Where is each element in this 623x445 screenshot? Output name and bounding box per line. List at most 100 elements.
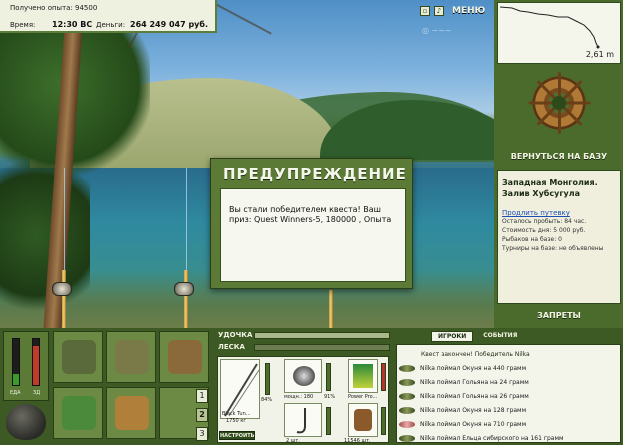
log-row: Nilka поймал Гольяна на 26 грамм bbox=[399, 389, 619, 403]
log-text: Nilka поймал Гольяна на 24 грамм bbox=[420, 378, 529, 386]
inventory-slot[interactable] bbox=[106, 387, 156, 439]
sound-icon[interactable]: ♪ bbox=[434, 6, 444, 16]
hook-bar bbox=[326, 407, 331, 435]
bait-icon bbox=[354, 409, 372, 431]
inventory-slot[interactable] bbox=[53, 331, 103, 383]
setup-button[interactable]: НАСТРОИТЬ bbox=[219, 431, 255, 440]
bans-button[interactable]: ЗАПРЕТЫ bbox=[500, 311, 618, 320]
equipment-panel: Black Tun... 1750 кг 84% мощн.: 180 91% … bbox=[217, 356, 389, 444]
reel-durability-bar bbox=[326, 363, 331, 391]
food-label: ЕДА bbox=[10, 390, 21, 396]
fish-keeper-icon bbox=[62, 396, 96, 430]
location-info: Западная Монголия. Залив Хубсугула Продл… bbox=[497, 170, 621, 304]
money-label: Деньги: bbox=[96, 21, 126, 29]
health-meter-fill bbox=[33, 345, 39, 385]
tab-players[interactable]: ИГРОКИ bbox=[431, 331, 474, 342]
fish-icon bbox=[399, 378, 415, 386]
rod-name: Black Tun... bbox=[222, 411, 251, 417]
reel-2-icon[interactable] bbox=[174, 282, 194, 296]
log-text: Nilka поймал Окуня на 710 грамм bbox=[420, 420, 527, 428]
inventory-slot[interactable] bbox=[53, 387, 103, 439]
backpack-icon bbox=[62, 340, 96, 374]
inventory-slot[interactable] bbox=[159, 331, 209, 383]
cooking-pot-icon[interactable] bbox=[6, 404, 46, 440]
ship-wheel-icon[interactable] bbox=[528, 72, 591, 134]
rod-1[interactable] bbox=[62, 270, 66, 328]
window-icon[interactable]: ▫ bbox=[420, 6, 430, 16]
log-text: Nilka поймал Ельца сибирского на 161 гра… bbox=[420, 434, 564, 442]
reel-1-icon[interactable] bbox=[52, 282, 72, 296]
event-log: Квест закончен! Победитель Nilka Nilka п… bbox=[396, 344, 621, 443]
hook-slot[interactable] bbox=[284, 403, 322, 437]
log-text: Nilka поймал Гольяна на 26 грамм bbox=[420, 392, 529, 400]
top-menu-bar: ▫ ♪ МЕНЮ bbox=[420, 4, 485, 18]
log-row: Nilka поймал Окуня на 710 грамм bbox=[399, 417, 619, 431]
bait-bar bbox=[381, 407, 386, 435]
fish-icon bbox=[399, 392, 415, 400]
stay-left-text: Осталось пробыть: 84 час. bbox=[502, 218, 587, 225]
food-meter-fill bbox=[13, 373, 19, 385]
experience-text: Получено опыта: 94500 bbox=[10, 4, 98, 12]
bait-slot[interactable] bbox=[348, 403, 378, 437]
bucket-icon bbox=[115, 396, 149, 430]
fishing-line bbox=[64, 168, 65, 278]
rod-2[interactable] bbox=[184, 270, 188, 328]
fish-icon bbox=[399, 420, 415, 428]
rod-selector[interactable] bbox=[254, 332, 390, 339]
fish-icon bbox=[399, 434, 415, 442]
fish-icon bbox=[399, 364, 415, 372]
menu-button[interactable]: МЕНЮ bbox=[452, 6, 485, 16]
log-row: Nilka поймал Гольяна на 24 грамм bbox=[399, 375, 619, 389]
right-panel: 2,61 m ВЕРНУТЬСЯ НА БАЗУ Западная Монгол… bbox=[494, 0, 623, 328]
line-slot[interactable] bbox=[348, 359, 378, 393]
bait-count: 11546 шт. bbox=[344, 438, 371, 444]
watermark-logo-icon: ◎ ~~~ bbox=[422, 26, 452, 35]
bag-icon bbox=[115, 340, 149, 374]
hook-icon bbox=[296, 408, 306, 434]
page-button-2[interactable]: 2 bbox=[196, 408, 208, 422]
line-label: ЛЕСКА bbox=[218, 343, 245, 351]
rod-label: УДОЧКА bbox=[218, 331, 253, 339]
log-tabs: ИГРОКИ СОБЫТИЯ bbox=[431, 331, 523, 342]
player-info-panel: Получено опыта: 94500 Время: 12:30 ВС Де… bbox=[0, 0, 217, 33]
time-label: Время: bbox=[10, 21, 36, 29]
extend-stay-link[interactable]: Продлить путевку bbox=[502, 209, 616, 217]
warning-dialog[interactable]: ПРЕДУПРЕЖДЕНИЕ Вы стали победителем квес… bbox=[210, 158, 413, 289]
line-selector[interactable] bbox=[254, 344, 390, 351]
log-row: Nilka поймал Окуня на 128 грамм bbox=[399, 403, 619, 417]
page-button-3[interactable]: 3 bbox=[196, 427, 208, 441]
day-cost-text: Стоимость дня: 5 000 руб. bbox=[502, 227, 586, 234]
depth-profile: 2,61 m bbox=[497, 2, 621, 64]
tournaments-text: Турниры на базе: не объявлены bbox=[502, 245, 604, 252]
hooks-count: 2 шт. bbox=[286, 438, 300, 444]
rod-slot[interactable] bbox=[220, 359, 260, 419]
return-to-base-button[interactable]: ВЕРНУТЬСЯ НА БАЗУ bbox=[500, 152, 618, 161]
fish-icon bbox=[399, 406, 415, 414]
status-meters: ЕДА ЗД bbox=[3, 331, 49, 401]
anglers-text: Рыбаков на базе: 0 bbox=[502, 236, 562, 243]
fishing-line bbox=[186, 168, 187, 278]
rod-percent: 84% bbox=[261, 397, 273, 403]
money-value: 264 249 047 руб. bbox=[130, 20, 209, 29]
time-value: 12:30 ВС bbox=[52, 20, 93, 29]
page-button-1[interactable]: 1 bbox=[196, 389, 208, 403]
reel-icon bbox=[293, 366, 315, 386]
tab-events[interactable]: СОБЫТИЯ bbox=[477, 331, 523, 342]
reel-percent: 91% bbox=[324, 394, 336, 400]
rod-durability-bar bbox=[265, 363, 270, 395]
health-meter bbox=[32, 338, 40, 386]
rod-3[interactable] bbox=[329, 290, 333, 328]
dialog-message: Вы стали победителем квеста! Ваш приз: Q… bbox=[220, 188, 406, 282]
dialog-title: ПРЕДУПРЕЖДЕНИЕ bbox=[223, 165, 407, 183]
log-text: Nilka поймал Окуня на 440 грамм bbox=[420, 364, 527, 372]
reel-power: мощн.: 180 bbox=[284, 394, 314, 400]
food-meter bbox=[12, 338, 20, 386]
log-row: Nilka поймал Окуня на 440 грамм bbox=[399, 361, 619, 375]
landing-net-icon bbox=[168, 340, 202, 374]
line-durability-bar bbox=[381, 363, 386, 391]
inventory-slot[interactable] bbox=[106, 331, 156, 383]
reel-slot[interactable] bbox=[284, 359, 322, 393]
location-title: Западная Монголия. Залив Хубсугула bbox=[502, 178, 598, 198]
depth-value: 2,61 m bbox=[585, 50, 614, 59]
log-first-line: Квест закончен! Победитель Nilka bbox=[421, 351, 530, 358]
